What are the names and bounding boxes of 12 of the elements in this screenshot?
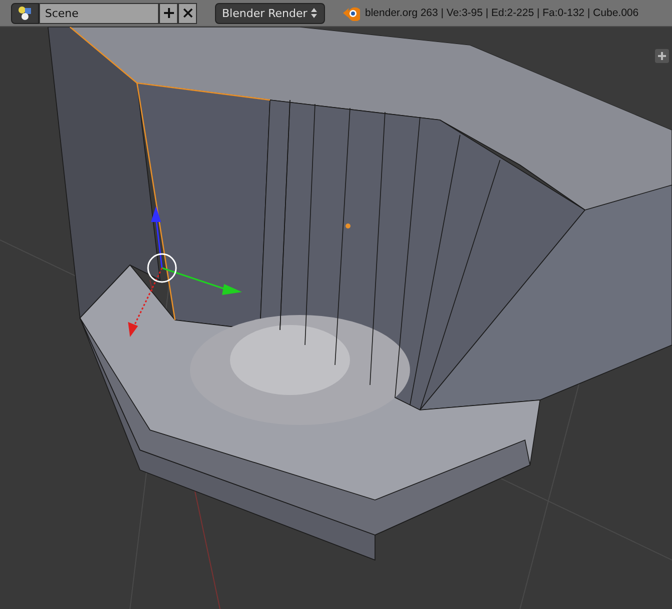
plus-icon xyxy=(162,7,174,19)
close-icon xyxy=(182,7,194,19)
scene-name-field[interactable]: Scene xyxy=(39,2,159,24)
blender-logo-icon xyxy=(342,5,360,21)
delete-scene-button[interactable] xyxy=(178,2,197,24)
scene-statistics-text: blender.org 263 | Ve:3-95 | Ed:2-225 | Fa:0-132 | Cube.006 xyxy=(365,7,639,19)
add-scene-button[interactable] xyxy=(159,2,178,24)
scene-shapes-icon xyxy=(17,5,33,21)
scene-selector-button[interactable] xyxy=(11,2,39,24)
render-engine-dropdown[interactable]: Blender Render xyxy=(215,2,325,24)
plus-icon[interactable] xyxy=(655,49,669,63)
up-down-arrows-icon xyxy=(310,7,318,19)
